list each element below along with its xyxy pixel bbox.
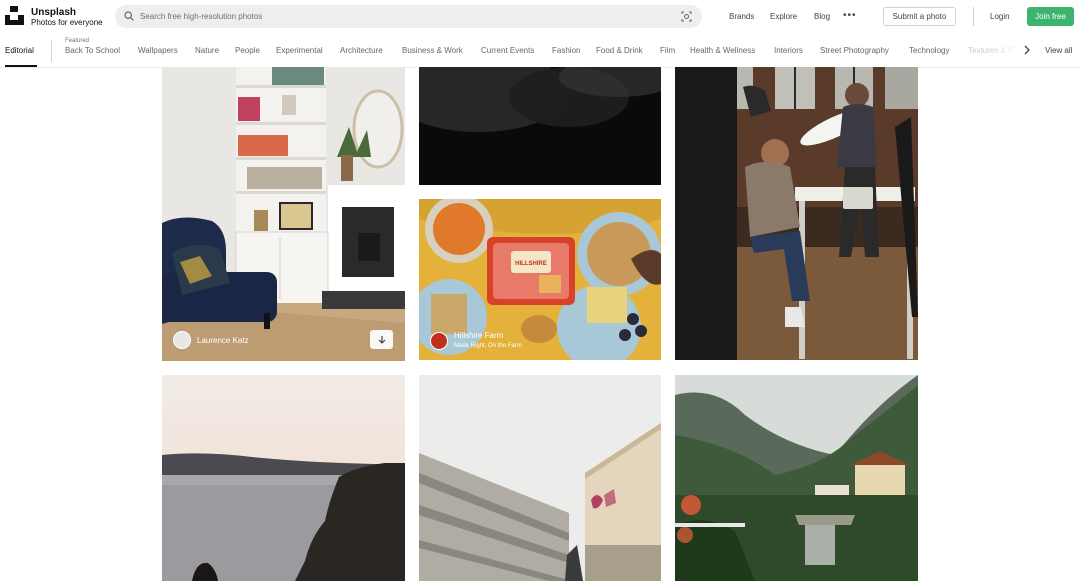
topic-fashion[interactable]: Fashion <box>552 46 580 55</box>
topic-back-to-school[interactable]: Back To School <box>65 46 120 55</box>
nav-explore-link[interactable]: Explore <box>770 12 797 21</box>
topic-technology[interactable]: Technology <box>909 46 949 55</box>
topic-experimental[interactable]: Experimental <box>276 46 323 55</box>
topics-fade-mask <box>990 34 1020 67</box>
topic-architecture[interactable]: Architecture <box>340 46 383 55</box>
svg-text:HILLSHIRE: HILLSHIRE <box>515 261 547 267</box>
topic-street-photography[interactable]: Street Photography <box>820 46 889 55</box>
tab-editorial[interactable]: Editorial <box>5 46 34 55</box>
more-menu-icon[interactable]: ••• <box>843 10 857 21</box>
photo-food-platter[interactable]: HILLSHIRE Hillshire Farm Made Right, On … <box>419 199 661 360</box>
visual-search-icon[interactable] <box>681 11 692 22</box>
studio-shoot-image <box>675 67 918 360</box>
avatar <box>173 331 191 349</box>
topic-food-drink[interactable]: Food & Drink <box>596 46 643 55</box>
alpine-village-image <box>675 375 918 581</box>
topic-nature[interactable]: Nature <box>195 46 219 55</box>
unsplash-logo-icon[interactable] <box>5 6 24 25</box>
topic-interiors[interactable]: Interiors <box>774 46 803 55</box>
download-button[interactable] <box>370 330 393 349</box>
search-bar[interactable] <box>115 5 702 28</box>
chevron-right-icon[interactable] <box>1023 45 1031 55</box>
photo-alpine-village[interactable] <box>675 375 918 581</box>
search-icon <box>124 11 134 21</box>
search-input[interactable] <box>140 8 660 25</box>
parking-garage-image <box>419 375 661 581</box>
view-all-link[interactable]: View all <box>1045 46 1072 55</box>
topic-current-events[interactable]: Current Events <box>481 46 534 55</box>
topic-people[interactable]: People <box>235 46 260 55</box>
brand-tagline: Photos for everyone <box>31 18 103 27</box>
sea-cliff-image <box>162 375 405 581</box>
download-icon <box>378 335 385 344</box>
author-name: Hillshire Farm <box>454 331 504 340</box>
dark-interior-image <box>419 67 661 185</box>
login-link[interactable]: Login <box>990 12 1010 21</box>
author-name: Laurence Katz <box>197 335 249 345</box>
brand[interactable]: Unsplash Photos for everyone <box>31 7 103 28</box>
photo-sea-cliff[interactable] <box>162 375 405 581</box>
photo-dark-interior[interactable] <box>419 67 661 185</box>
join-free-button[interactable]: Join free <box>1027 7 1074 26</box>
photo-living-room[interactable]: Laurence Katz <box>162 67 405 361</box>
photo-studio-shoot[interactable] <box>675 67 918 360</box>
topic-film[interactable]: Film <box>660 46 675 55</box>
header-divider <box>973 7 974 26</box>
nav-brands-link[interactable]: Brands <box>729 12 754 21</box>
avatar <box>430 332 448 350</box>
photo-author[interactable]: Hillshire Farm Made Right, On the Farm <box>430 331 522 351</box>
topic-wallpapers[interactable]: Wallpapers <box>138 46 178 55</box>
photo-parking-garage[interactable] <box>419 375 661 581</box>
photo-author[interactable]: Laurence Katz <box>173 331 249 349</box>
living-room-image <box>162 67 405 361</box>
submit-photo-button[interactable]: Submit a photo <box>883 7 956 26</box>
brand-name: Unsplash <box>31 7 77 18</box>
nav-blog-link[interactable]: Blog <box>814 12 830 21</box>
author-subtitle: Made Right, On the Farm <box>454 343 522 349</box>
topic-business-work[interactable]: Business & Work <box>402 46 463 55</box>
topics-nav: Editorial Featured Back To School Wallpa… <box>0 34 1080 68</box>
topic-health-wellness[interactable]: Health & Wellness <box>690 46 755 55</box>
featured-label: Featured <box>65 38 90 44</box>
top-header: Unsplash Photos for everyone Brands Expl… <box>0 0 1080 34</box>
topics-divider <box>51 40 52 62</box>
